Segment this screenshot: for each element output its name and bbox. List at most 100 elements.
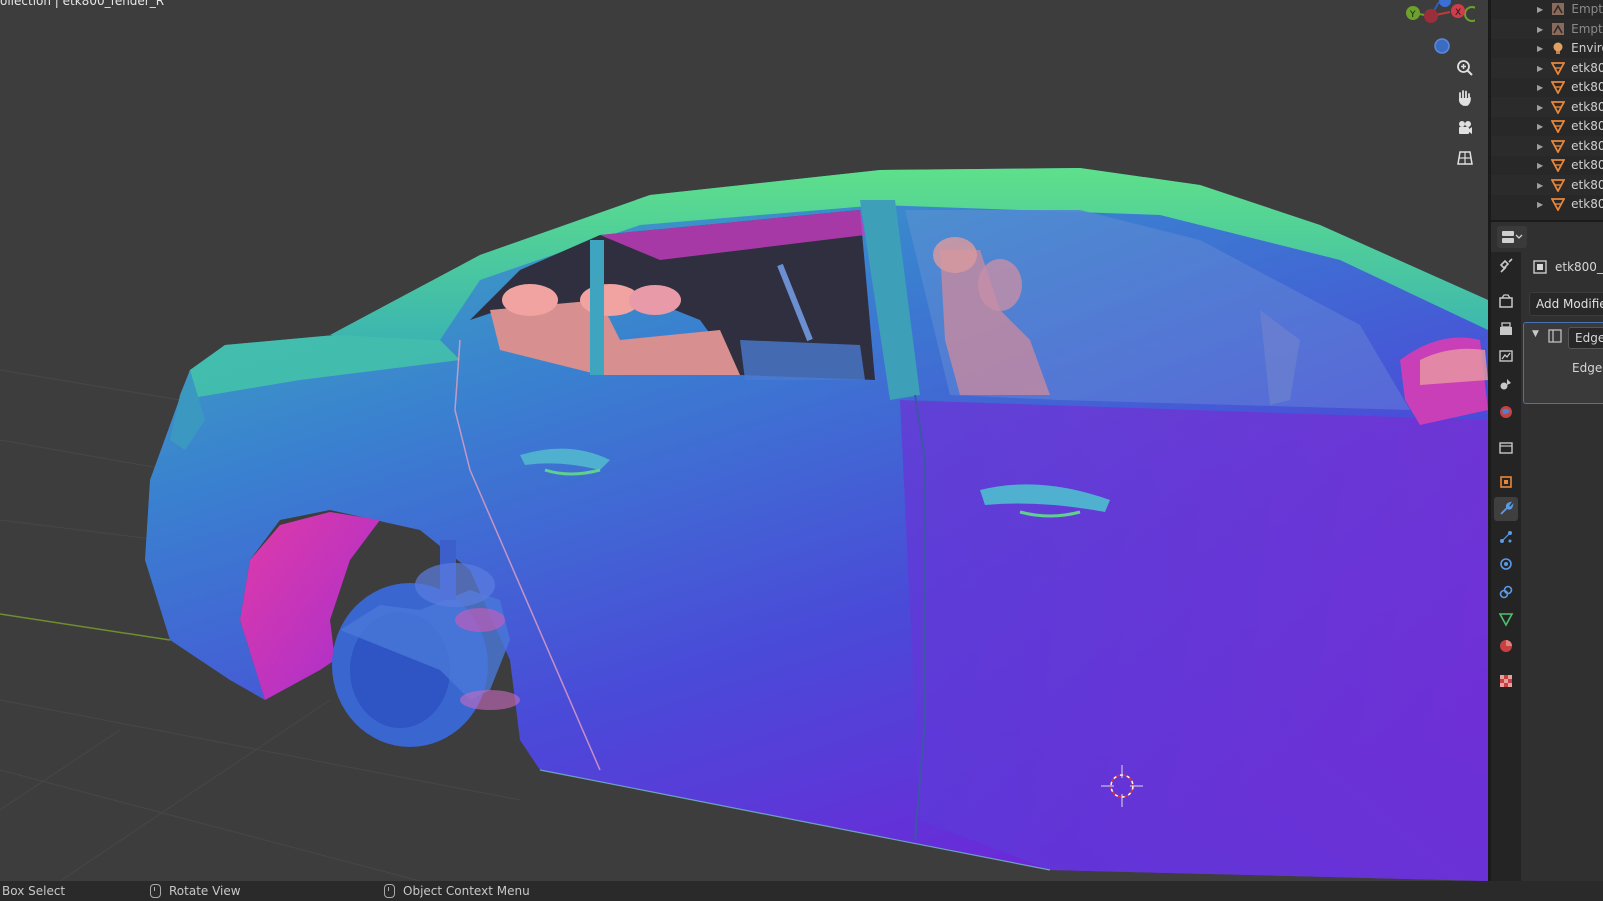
expand-arrow-icon[interactable]: ▶ bbox=[1537, 64, 1543, 73]
collection-icon bbox=[1499, 442, 1513, 454]
modifier-wrench-icon bbox=[1500, 501, 1514, 515]
outliner-item[interactable]: ▶ etk80 bbox=[1491, 77, 1603, 97]
particles-icon bbox=[1500, 531, 1512, 543]
properties-tab-bar[interactable] bbox=[1491, 252, 1521, 881]
properties-tab[interactable] bbox=[1494, 254, 1518, 278]
outliner-item-label: etk80 bbox=[1571, 158, 1603, 172]
3d-viewport[interactable]: ollection | etk800_fender_R Y X bbox=[0, 0, 1488, 881]
outliner-item[interactable]: ▶ etk80 bbox=[1491, 58, 1603, 78]
output-icon bbox=[1500, 322, 1512, 335]
mesh-icon bbox=[1551, 79, 1566, 95]
properties-tab[interactable] bbox=[1494, 669, 1518, 693]
area-divider-horizontal[interactable] bbox=[1491, 220, 1603, 222]
outliner-item-label: Enviro bbox=[1571, 41, 1603, 55]
pan-button[interactable] bbox=[1450, 83, 1480, 113]
render-icon bbox=[1499, 294, 1513, 308]
object-data-icon bbox=[1498, 613, 1514, 627]
expand-arrow-icon[interactable]: ▶ bbox=[1537, 142, 1543, 151]
editor-type-icon bbox=[1502, 231, 1523, 243]
properties-tab[interactable] bbox=[1494, 525, 1518, 549]
car-model-render[interactable] bbox=[0, 0, 1488, 881]
expand-arrow-icon[interactable]: ▶ bbox=[1537, 44, 1543, 53]
properties-tab[interactable] bbox=[1494, 372, 1518, 396]
expand-arrow-icon[interactable]: ▶ bbox=[1537, 25, 1543, 34]
properties-tab[interactable] bbox=[1494, 400, 1518, 424]
outliner-item[interactable]: ▶ Enviro bbox=[1491, 38, 1603, 58]
add-modifier-button[interactable]: Add Modifier bbox=[1529, 292, 1603, 316]
mesh-icon bbox=[1551, 138, 1566, 154]
mesh-icon bbox=[1551, 196, 1566, 212]
empty-icon bbox=[1551, 21, 1565, 37]
world-icon bbox=[1500, 406, 1512, 418]
outliner-item-label: etk80 bbox=[1571, 80, 1603, 94]
outliner-item-label: etk80 bbox=[1571, 139, 1603, 153]
mesh-icon bbox=[1551, 118, 1566, 134]
empty-icon bbox=[1551, 1, 1565, 17]
object-icon bbox=[1500, 476, 1512, 488]
outliner-item[interactable]: ▶ Empt bbox=[1491, 0, 1603, 19]
outliner-item[interactable]: ▶ Empty bbox=[1491, 19, 1603, 39]
camera-view-icon bbox=[1459, 121, 1472, 134]
properties-tab[interactable] bbox=[1494, 289, 1518, 313]
camera-view-button[interactable] bbox=[1450, 113, 1480, 143]
expand-arrow-icon[interactable]: ▶ bbox=[1537, 103, 1543, 112]
properties-tab[interactable] bbox=[1494, 607, 1518, 631]
expand-arrow-icon[interactable]: ▶ bbox=[1537, 122, 1543, 131]
material-icon bbox=[1500, 640, 1512, 652]
status-rotate-view: Rotate View bbox=[150, 884, 241, 898]
area-divider[interactable] bbox=[1488, 0, 1491, 881]
status-box-select: Box Select bbox=[2, 884, 66, 898]
editor-type-button[interactable] bbox=[1497, 226, 1527, 248]
texture-icon bbox=[1500, 675, 1512, 687]
outliner-item[interactable]: ▶ etk80 bbox=[1491, 136, 1603, 156]
physics-icon bbox=[1500, 558, 1512, 570]
expand-arrow-icon[interactable]: ▶ bbox=[1537, 83, 1543, 92]
outliner-item-label: etk80 bbox=[1571, 178, 1603, 192]
outliner-item[interactable]: ▶ etk80 bbox=[1491, 155, 1603, 175]
status-bar: Box Select Rotate View Object Context Me… bbox=[0, 881, 1603, 901]
outliner-item[interactable]: ▶ etk80 bbox=[1491, 194, 1603, 214]
properties-tab[interactable] bbox=[1494, 470, 1518, 494]
collapse-arrow-icon[interactable]: ▼ bbox=[1532, 329, 1539, 339]
object-name: etk800_fe bbox=[1555, 260, 1603, 274]
properties-tab[interactable] bbox=[1494, 317, 1518, 341]
mouse-middle-icon bbox=[150, 884, 161, 898]
outliner-panel[interactable]: ▶ Empt ▶ Empty ▶ Enviro ▶ etk80 ▶ etk80 ▶ etk80 ▶ etk… bbox=[1491, 0, 1603, 220]
ortho-grid-icon bbox=[1457, 151, 1473, 165]
mesh-icon bbox=[1551, 157, 1566, 173]
outliner-item-label: Empty bbox=[1571, 22, 1603, 36]
outliner-item[interactable]: ▶ etk80 bbox=[1491, 175, 1603, 195]
properties-tab[interactable] bbox=[1494, 634, 1518, 658]
properties-tab[interactable] bbox=[1494, 435, 1518, 459]
properties-tab[interactable] bbox=[1494, 580, 1518, 604]
mesh-icon bbox=[1551, 177, 1566, 193]
mouse-right-icon bbox=[384, 884, 395, 898]
properties-tab[interactable] bbox=[1494, 497, 1518, 521]
outliner-item[interactable]: ▶ etk80 bbox=[1491, 116, 1603, 136]
modifier-name-field[interactable]: Edge bbox=[1568, 327, 1603, 349]
view-layer-icon bbox=[1499, 350, 1513, 362]
viewport-title: ollection | etk800_fender_R bbox=[0, 0, 165, 8]
outliner-item-label: etk80 bbox=[1571, 119, 1603, 133]
zoom-button[interactable] bbox=[1450, 53, 1480, 83]
properties-tab[interactable] bbox=[1494, 344, 1518, 368]
expand-arrow-icon[interactable]: ▶ bbox=[1537, 161, 1543, 170]
zoom-icon bbox=[1457, 60, 1473, 76]
navigation-gizmo[interactable]: Y X bbox=[1395, 0, 1480, 60]
properties-tab[interactable] bbox=[1494, 552, 1518, 576]
light-icon bbox=[1551, 40, 1565, 56]
expand-arrow-icon[interactable]: ▶ bbox=[1537, 5, 1543, 14]
outliner-item[interactable]: ▶ etk80 bbox=[1491, 97, 1603, 117]
pan-hand-icon bbox=[1458, 90, 1471, 106]
expand-arrow-icon[interactable]: ▶ bbox=[1537, 200, 1543, 209]
edge-split-icon bbox=[1548, 329, 1562, 343]
properties-editor: etk800_fe Add Modifier ▼ Edge Edge / bbox=[1521, 252, 1603, 881]
outliner-item-label: etk80 bbox=[1571, 61, 1603, 75]
status-context-menu: Object Context Menu bbox=[384, 884, 530, 898]
mesh-icon bbox=[1551, 99, 1566, 115]
mesh-icon bbox=[1551, 60, 1566, 76]
outliner-item-label: etk80 bbox=[1571, 197, 1603, 211]
ortho-toggle-button[interactable] bbox=[1450, 143, 1480, 173]
gizmo-y-label: Y bbox=[1409, 10, 1416, 20]
expand-arrow-icon[interactable]: ▶ bbox=[1537, 181, 1543, 190]
